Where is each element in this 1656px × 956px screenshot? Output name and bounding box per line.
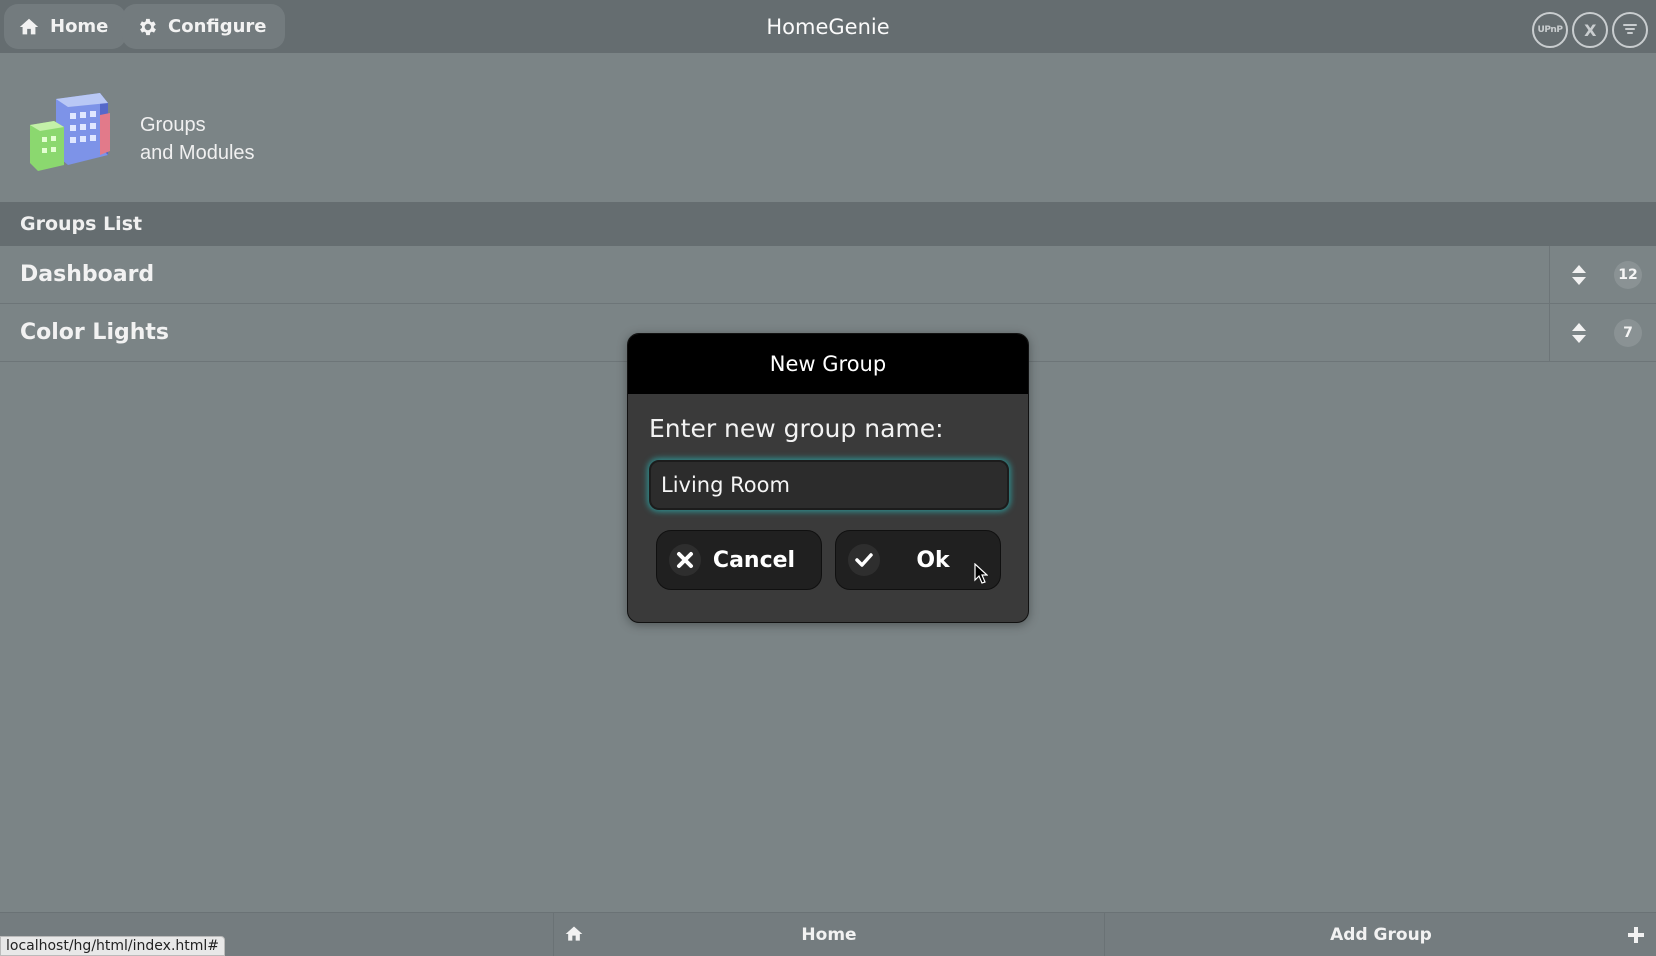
configure-button-label: Configure: [168, 16, 267, 37]
page-title-line2: and Modules: [140, 142, 255, 164]
zwave-glyph: [1623, 24, 1637, 34]
page-title-line1: Groups: [140, 114, 206, 136]
sort-handle-icon[interactable]: [1568, 263, 1590, 287]
add-group-button[interactable]: Add Group: [1106, 913, 1656, 956]
upnp-icon[interactable]: UPnP: [1532, 12, 1568, 48]
bottom-toolbar: Home Add Group: [0, 912, 1656, 956]
new-group-dialog: New Group Enter new group name: Cancel O…: [627, 333, 1029, 623]
home-icon: [565, 926, 583, 941]
group-row-dashboard[interactable]: Dashboard 12: [0, 246, 1656, 304]
top-header: Home Configure HomeGenie UPnP X: [0, 0, 1656, 53]
upnp-icon-text: UPnP: [1537, 25, 1563, 35]
zwave-icon[interactable]: [1612, 12, 1648, 48]
bottom-home-button[interactable]: Home: [553, 913, 1105, 956]
group-name: Dashboard: [20, 262, 155, 287]
status-bar-url: localhost/hg/html/index.html#: [0, 936, 226, 956]
cancel-button-label: Cancel: [712, 547, 796, 573]
dialog-title: New Group: [628, 334, 1028, 394]
check-icon: [848, 544, 880, 576]
bottom-home-label: Home: [801, 925, 857, 945]
module-count-badge: 7: [1614, 318, 1642, 347]
cancel-button[interactable]: Cancel: [656, 530, 822, 590]
sort-handle-icon[interactable]: [1568, 321, 1590, 345]
x10-icon[interactable]: X: [1572, 12, 1608, 48]
groups-list-header: Groups List: [0, 202, 1656, 246]
group-row-controls: 7: [1549, 304, 1656, 361]
gear-icon: [140, 18, 156, 35]
add-group-label: Add Group: [1330, 925, 1432, 945]
home-icon: [19, 18, 39, 34]
groups-building-icon: [30, 93, 110, 171]
home-button-label: Home: [50, 16, 109, 37]
home-button[interactable]: Home: [4, 4, 127, 49]
group-name: Color Lights: [20, 320, 170, 345]
group-name-label: Enter new group name:: [649, 414, 944, 443]
interface-status-icons: UPnP X: [1532, 12, 1648, 48]
group-row-controls: 12: [1549, 246, 1656, 303]
group-name-input[interactable]: [649, 460, 1009, 510]
close-icon: [669, 544, 701, 576]
module-count-badge: 12: [1614, 260, 1642, 289]
page-heading: Groups and Modules: [0, 53, 1656, 202]
plus-icon: [1628, 927, 1644, 943]
x10-icon-text: X: [1584, 20, 1596, 40]
mouse-pointer-icon: [974, 563, 988, 584]
page-title: Groups and Modules: [140, 111, 255, 167]
configure-button[interactable]: Configure: [122, 4, 285, 49]
